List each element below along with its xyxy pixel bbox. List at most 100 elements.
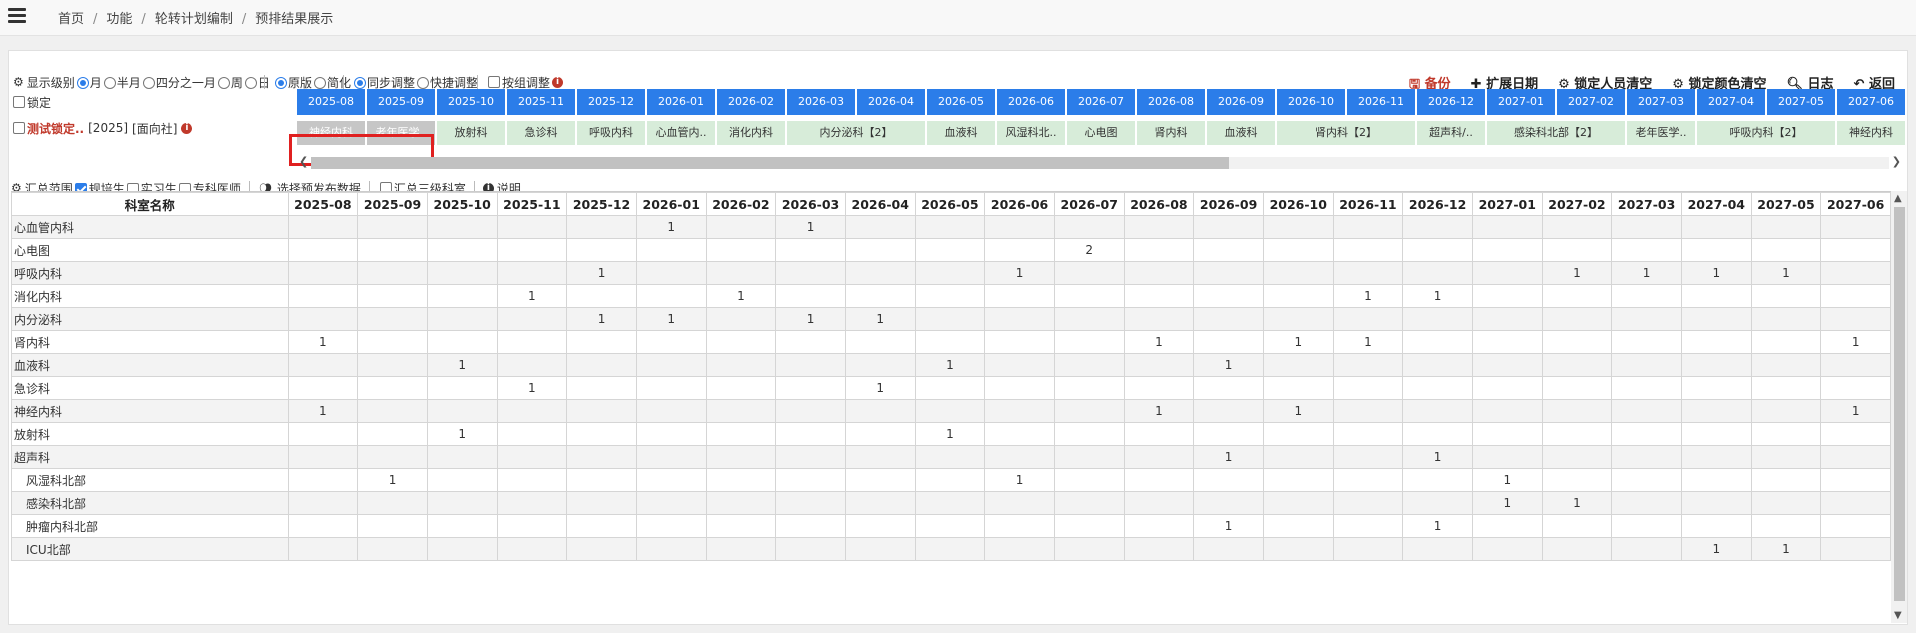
count-cell[interactable] <box>1471 261 1543 285</box>
count-cell[interactable] <box>705 422 777 446</box>
count-cell[interactable]: 1 <box>426 422 498 446</box>
count-cell[interactable] <box>705 468 777 492</box>
count-cell[interactable] <box>1471 215 1543 239</box>
month-header-2027-03[interactable]: 2027-03 <box>1627 89 1695 115</box>
month-header-2026-08[interactable]: 2026-08 <box>1137 89 1205 115</box>
count-cell[interactable] <box>1680 468 1752 492</box>
month-header-2026-09[interactable]: 2026-09 <box>1207 89 1275 115</box>
count-cell[interactable] <box>1193 261 1264 285</box>
count-cell[interactable] <box>1680 215 1752 239</box>
count-cell[interactable]: 1 <box>705 284 777 308</box>
count-cell[interactable] <box>844 445 916 469</box>
count-cell[interactable] <box>635 261 707 285</box>
count-cell[interactable] <box>1053 468 1125 492</box>
column-header-month[interactable]: 2026-05 <box>914 192 986 216</box>
count-cell[interactable] <box>357 307 428 331</box>
count-cell[interactable] <box>844 215 916 239</box>
count-cell[interactable] <box>566 422 637 446</box>
count-cell[interactable] <box>1332 215 1404 239</box>
count-cell[interactable]: 1 <box>566 261 637 285</box>
group-adjust-checkbox[interactable] <box>488 76 500 88</box>
count-cell[interactable] <box>1541 353 1613 377</box>
count-cell[interactable] <box>357 215 428 239</box>
count-cell[interactable] <box>496 399 568 423</box>
column-header-month[interactable]: 2027-05 <box>1750 192 1822 216</box>
count-cell[interactable] <box>1262 238 1334 262</box>
column-header-month[interactable]: 2027-03 <box>1611 192 1682 216</box>
count-cell[interactable] <box>984 238 1055 262</box>
count-cell[interactable] <box>496 353 568 377</box>
count-cell[interactable] <box>566 238 637 262</box>
count-cell[interactable]: 2 <box>1053 238 1125 262</box>
assignment-cell[interactable]: 风湿科北.. <box>997 121 1065 145</box>
count-cell[interactable] <box>1471 307 1543 331</box>
count-cell[interactable] <box>705 399 777 423</box>
count-cell[interactable] <box>1123 307 1195 331</box>
breadcrumb-function[interactable]: 功能 <box>106 12 132 27</box>
column-header-month[interactable]: 2025-09 <box>357 192 428 216</box>
column-header-month[interactable]: 2026-02 <box>705 192 777 216</box>
count-cell[interactable] <box>287 215 359 239</box>
count-cell[interactable] <box>914 307 986 331</box>
count-cell[interactable] <box>287 468 359 492</box>
count-cell[interactable] <box>984 514 1055 538</box>
count-cell[interactable] <box>635 376 707 400</box>
column-header-month[interactable]: 2027-04 <box>1680 192 1752 216</box>
count-cell[interactable] <box>1402 491 1473 515</box>
count-cell[interactable] <box>635 422 707 446</box>
count-cell[interactable] <box>1820 353 1891 377</box>
count-cell[interactable] <box>1820 491 1891 515</box>
count-cell[interactable] <box>775 491 846 515</box>
count-cell[interactable] <box>635 330 707 354</box>
assignment-cell[interactable]: 神经内科 <box>1837 121 1905 145</box>
count-cell[interactable]: 1 <box>1402 514 1473 538</box>
count-cell[interactable]: 1 <box>1541 261 1613 285</box>
count-cell[interactable] <box>984 284 1055 308</box>
count-cell[interactable] <box>1471 284 1543 308</box>
count-cell[interactable] <box>775 376 846 400</box>
count-cell[interactable]: 1 <box>1193 514 1264 538</box>
count-cell[interactable] <box>1053 537 1125 561</box>
count-cell[interactable]: 1 <box>1193 353 1264 377</box>
count-cell[interactable] <box>914 215 986 239</box>
count-cell[interactable] <box>357 537 428 561</box>
count-cell[interactable] <box>635 514 707 538</box>
count-cell[interactable] <box>705 514 777 538</box>
count-cell[interactable] <box>1820 261 1891 285</box>
count-cell[interactable] <box>844 238 916 262</box>
month-header-2026-06[interactable]: 2026-06 <box>997 89 1065 115</box>
count-cell[interactable] <box>1750 491 1822 515</box>
count-cell[interactable]: 1 <box>1471 491 1543 515</box>
count-cell[interactable] <box>1193 376 1264 400</box>
count-cell[interactable] <box>1402 399 1473 423</box>
column-header-month[interactable]: 2025-08 <box>287 192 359 216</box>
horizontal-scrollbar[interactable]: ❮ ❯ <box>297 154 1903 170</box>
column-header-month[interactable]: 2025-10 <box>426 192 498 216</box>
count-cell[interactable] <box>1053 422 1125 446</box>
count-cell[interactable] <box>775 537 846 561</box>
count-cell[interactable] <box>1541 238 1613 262</box>
month-header-2026-03[interactable]: 2026-03 <box>787 89 855 115</box>
count-cell[interactable] <box>1402 307 1473 331</box>
count-cell[interactable] <box>1123 491 1195 515</box>
count-cell[interactable] <box>426 468 498 492</box>
count-cell[interactable] <box>496 537 568 561</box>
count-cell[interactable] <box>705 238 777 262</box>
count-cell[interactable] <box>705 330 777 354</box>
count-cell[interactable] <box>1471 514 1543 538</box>
count-cell[interactable]: 1 <box>1680 261 1752 285</box>
count-cell[interactable] <box>914 537 986 561</box>
count-cell[interactable] <box>1750 330 1822 354</box>
count-cell[interactable] <box>1262 514 1334 538</box>
count-cell[interactable] <box>566 514 637 538</box>
month-header-2026-12[interactable]: 2026-12 <box>1417 89 1485 115</box>
adjust-radio[interactable] <box>354 77 366 89</box>
count-cell[interactable] <box>775 468 846 492</box>
count-cell[interactable] <box>287 307 359 331</box>
count-cell[interactable]: 1 <box>635 307 707 331</box>
count-cell[interactable] <box>566 399 637 423</box>
count-cell[interactable] <box>775 284 846 308</box>
count-cell[interactable] <box>914 468 986 492</box>
count-cell[interactable] <box>635 491 707 515</box>
count-cell[interactable] <box>287 537 359 561</box>
